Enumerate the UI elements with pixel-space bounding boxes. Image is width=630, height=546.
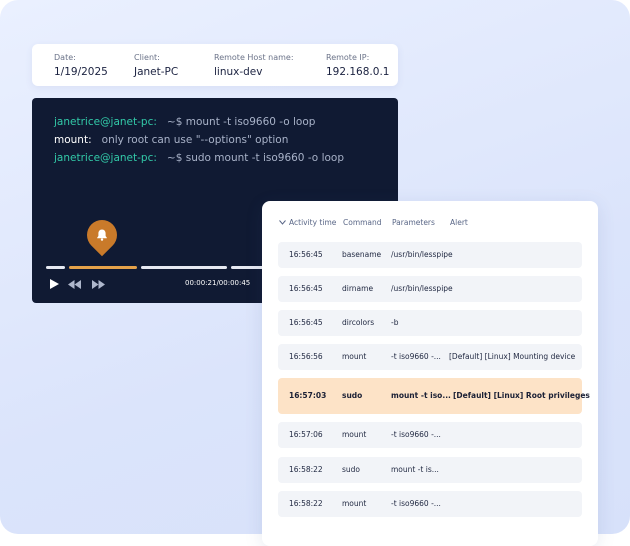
- cell-command: dircolors: [342, 318, 375, 327]
- session-info-card: Date: 1/19/2025 Client: Janet-PC Remote …: [32, 44, 398, 86]
- cell-alert: [Default] [Linux] Root privileges: [453, 391, 590, 400]
- column-header-parameters[interactable]: Parameters: [392, 218, 435, 227]
- table-row[interactable]: 16:56:45 dircolors -b: [278, 310, 582, 336]
- cell-parameters: -t iso9660 -...: [391, 430, 441, 439]
- cell-parameters: -b: [391, 318, 399, 327]
- host-value: linux-dev: [214, 66, 263, 78]
- terminal-output-prefix: mount:: [54, 134, 92, 146]
- column-header-activity-time[interactable]: Activity time: [289, 218, 336, 227]
- cell-command: mount: [342, 499, 367, 508]
- timeline-segment[interactable]: [46, 266, 65, 269]
- table-row[interactable]: 16:56:45 basename/usr/bin/lesspipe: [278, 242, 582, 268]
- cell-command: mount: [342, 352, 367, 361]
- client-field: Client: Janet-PC: [134, 53, 178, 79]
- cell-command: sudo: [342, 465, 361, 474]
- playback-time: 00:00:21/00:00:45: [185, 279, 251, 287]
- cell-alert: [Default] [Linux] Mounting device: [449, 352, 576, 361]
- rewind-icon[interactable]: [68, 280, 81, 289]
- sort-chevron-icon[interactable]: [279, 220, 286, 225]
- timeline-segment[interactable]: [141, 266, 227, 269]
- alert-marker[interactable]: [80, 213, 124, 257]
- cell-activity-time: 16:56:45: [289, 318, 323, 327]
- cell-activity-time: 16:58:22: [289, 465, 323, 474]
- fast-forward-icon[interactable]: [92, 280, 105, 289]
- date-value: 1/19/2025: [54, 66, 108, 78]
- table-row[interactable]: 16:58:22 sudo mount -t is...: [278, 457, 582, 483]
- terminal-prompt: janetrice@janet-pc:: [54, 152, 157, 164]
- cell-parameters: /usr/bin/lesspipe: [391, 284, 453, 293]
- client-value: Janet-PC: [134, 66, 179, 78]
- table-row-highlighted[interactable]: 16:57:03 sudo mount -t iso... [Default] [Li…: [278, 378, 590, 414]
- host-field: Remote Host name: linux-dev: [214, 53, 294, 79]
- ip-label: Remote IP:: [326, 53, 370, 62]
- cell-activity-time: 16:56:56: [289, 352, 323, 361]
- host-label: Remote Host name:: [214, 53, 294, 62]
- cell-activity-time: 16:58:22: [289, 499, 323, 508]
- date-label: Date:: [54, 53, 76, 62]
- cell-command: mount: [342, 430, 367, 439]
- cell-activity-time: 16:56:45: [289, 284, 323, 293]
- cell-command: dirname: [342, 284, 374, 293]
- table-row[interactable]: 16:56:56 mount -t iso9660 -... [Default] [L…: [278, 344, 582, 370]
- bell-icon: [97, 229, 107, 241]
- play-icon[interactable]: [48, 278, 60, 290]
- column-header-command[interactable]: Command: [343, 218, 382, 227]
- cell-parameters: mount -t is...: [391, 465, 439, 474]
- table-row[interactable]: 16:57:06 mount -t iso9660 -...: [278, 422, 582, 448]
- table-row[interactable]: 16:56:45 dirname/usr/bin/lesspipe: [278, 276, 582, 302]
- cell-command: sudo: [342, 391, 363, 400]
- cell-parameters: mount -t iso...: [391, 391, 451, 400]
- terminal-prompt: janetrice@janet-pc:: [54, 116, 157, 128]
- cell-command: basename: [342, 250, 382, 259]
- column-header-alert[interactable]: Alert: [450, 218, 468, 227]
- terminal-line-2: mount: only root can use "--options" opt…: [54, 133, 288, 147]
- cell-activity-time: 16:57:03: [289, 391, 327, 400]
- ip-value: 192.168.0.1: [326, 66, 390, 78]
- client-label: Client:: [134, 53, 160, 62]
- date-field: Date: 1/19/2025: [54, 53, 108, 79]
- terminal-line-1: janetrice@janet-pc: ~$ mount -t iso9660 …: [54, 115, 315, 129]
- terminal-command: ~$ mount -t iso9660 -o loop: [166, 116, 316, 128]
- cell-activity-time: 16:57:06: [289, 430, 323, 439]
- table-row[interactable]: 16:58:22 mount -t iso9660 -...: [278, 491, 582, 517]
- cell-parameters: -t iso9660 -...: [391, 499, 441, 508]
- timeline-played-segment[interactable]: [69, 266, 137, 269]
- cell-parameters: /usr/bin/lesspipe: [391, 250, 453, 259]
- terminal-output-message: only root can use "--options" option: [101, 134, 289, 146]
- ip-field: Remote IP: 192.168.0.1: [326, 53, 389, 79]
- terminal-command: ~$ sudo mount -t iso9660 -o loop: [166, 152, 344, 164]
- terminal-line-3: janetrice@janet-pc: ~$ sudo mount -t iso…: [54, 151, 344, 165]
- cell-parameters: -t iso9660 -...: [391, 352, 441, 361]
- cell-activity-time: 16:56:45: [289, 250, 323, 259]
- activity-table: Activity time Command Parameters Alert 1…: [262, 201, 598, 546]
